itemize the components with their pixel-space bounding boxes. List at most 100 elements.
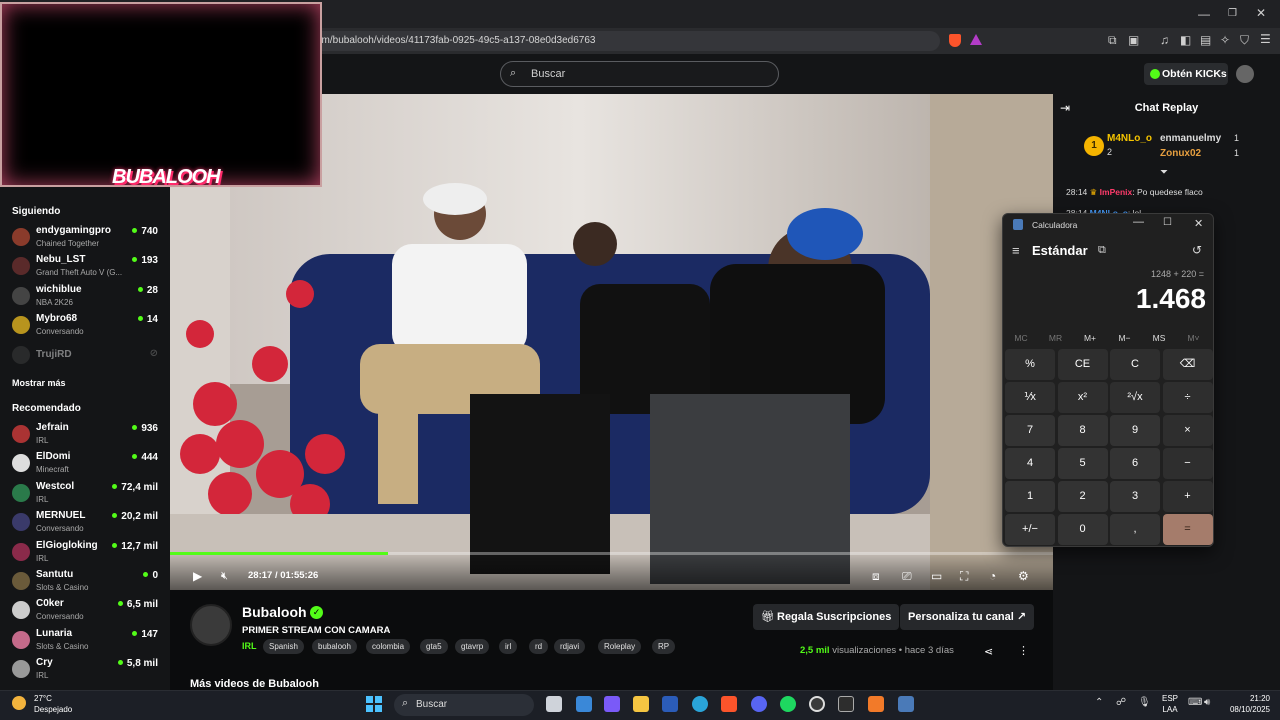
tray-app-icon[interactable]: ☍: [1116, 697, 1126, 708]
edge-icon[interactable]: [692, 696, 708, 712]
sidebar-channel-mybro68[interactable]: Mybro68 Conversando 14: [0, 311, 170, 340]
brave-shields-icon[interactable]: [949, 34, 961, 47]
calc-key[interactable]: 5: [1057, 448, 1108, 479]
fullscreen-icon[interactable]: ⛶: [960, 569, 968, 583]
calc-key[interactable]: =: [1162, 514, 1213, 545]
calc-key[interactable]: 2: [1057, 481, 1108, 512]
search-input[interactable]: Buscar: [500, 61, 779, 87]
microphone-icon[interactable]: 🎙︎: [1138, 697, 1151, 708]
channel-name[interactable]: Bubalooh: [242, 604, 307, 620]
history-icon[interactable]: ↺: [1192, 243, 1202, 257]
sidebar-channel-wichiblue[interactable]: wichiblue NBA 2K26 28: [0, 282, 170, 311]
channel-avatar[interactable]: [190, 604, 232, 646]
top-gifter-1[interactable]: M4NLo_o: [1107, 133, 1152, 144]
taskbar-search[interactable]: Buscar: [394, 694, 534, 716]
sidebar-channel-santutu[interactable]: Santutu Slots & Casino 0: [0, 567, 170, 596]
memory-button[interactable]: M˅: [1177, 333, 1211, 343]
weather-widget[interactable]: 27°C Despejado: [34, 693, 72, 715]
settings-gear-icon[interactable]: ⚙: [1018, 569, 1029, 583]
customize-channel-button[interactable]: Personaliza tu canal ↗: [900, 604, 1035, 630]
chat-username[interactable]: ImPenix: [1100, 187, 1133, 197]
tag-chip[interactable]: rdjavi: [554, 639, 586, 654]
calc-key[interactable]: 4: [1005, 448, 1055, 479]
play-icon[interactable]: ▶: [193, 569, 202, 583]
volume-icon[interactable]: 🔊︎: [1204, 697, 1210, 708]
github-icon[interactable]: [809, 696, 825, 712]
sidebar-channel-trujird[interactable]: TrujiRD ⊘: [0, 341, 170, 370]
network-icon[interactable]: ⌨: [1188, 697, 1202, 708]
vpn-icon[interactable]: ⛉: [1240, 33, 1249, 47]
sidebar-channel-eldomi[interactable]: ElDomi Minecraft 444: [0, 449, 170, 478]
expand-leaderboard-icon[interactable]: ⏷: [1160, 167, 1168, 178]
maximize-window-icon[interactable]: ❐: [1228, 7, 1237, 21]
calc-key[interactable]: 0: [1057, 514, 1108, 545]
tag-chip[interactable]: Spanish: [263, 639, 304, 654]
brave-rewards-icon[interactable]: [970, 34, 982, 45]
calc-key[interactable]: 7: [1005, 415, 1055, 446]
calc-key[interactable]: 6: [1110, 448, 1160, 479]
app-icon[interactable]: [868, 696, 884, 712]
calc-key[interactable]: ⌫: [1162, 349, 1213, 380]
tag-chip[interactable]: gta5: [420, 639, 448, 654]
copilot-icon[interactable]: [604, 696, 620, 712]
sidebar-channel-jefrain[interactable]: Jefrain IRL 936: [0, 420, 170, 449]
more-options-icon[interactable]: ⋮: [1018, 644, 1029, 657]
tag-chip[interactable]: gtavrp: [455, 639, 490, 654]
sidebar-channel-westcol[interactable]: Westcol IRL 72,4 mil: [0, 479, 170, 508]
spotify-icon[interactable]: [780, 696, 796, 712]
mute-icon[interactable]: 🔇︎: [221, 569, 228, 583]
top-gifter-2[interactable]: enmanuelmy: [1160, 133, 1221, 144]
calc-key[interactable]: +: [1162, 481, 1213, 512]
memory-button[interactable]: M−: [1108, 333, 1142, 343]
clip-icon[interactable]: ⎚: [902, 569, 912, 583]
sidebar-channel-elgiogloking[interactable]: ElGiogloking IRL 12,7 mil: [0, 538, 170, 567]
miniplayer-icon[interactable]: ⧈: [872, 569, 880, 583]
sidebar-channel-c0ker[interactable]: C0ker Conversando 6,5 mil: [0, 596, 170, 625]
tag-chip[interactable]: bubalooh: [312, 639, 357, 654]
tag-chip[interactable]: colombia: [366, 639, 411, 654]
outlook-icon[interactable]: [662, 696, 678, 712]
category-link[interactable]: IRL: [242, 641, 257, 651]
calc-key[interactable]: C: [1110, 349, 1160, 380]
brave-icon[interactable]: [721, 696, 737, 712]
sidebar-channel-mernuel[interactable]: MERNUEL Conversando 20,2 mil: [0, 508, 170, 537]
user-avatar[interactable]: [1236, 65, 1254, 83]
calc-key[interactable]: ×: [1162, 415, 1213, 446]
tray-overflow-icon[interactable]: ⌃: [1095, 697, 1103, 708]
top-gifter-3[interactable]: Zonux02: [1160, 148, 1201, 159]
extensions-icon[interactable]: ⧉: [1108, 33, 1117, 47]
calc-key[interactable]: %: [1005, 349, 1055, 380]
media-icon[interactable]: ♫: [1160, 33, 1169, 47]
language-indicator[interactable]: ESP LAA: [1162, 693, 1178, 715]
store-icon[interactable]: [576, 696, 592, 712]
wallet-icon[interactable]: ▤: [1200, 33, 1211, 47]
share-icon[interactable]: ⋖: [984, 645, 993, 658]
sidebar-channel-endygamingpro[interactable]: endygamingpro Chained Together 740: [0, 223, 170, 252]
minimize-window-icon[interactable]: —: [1198, 7, 1210, 21]
sidebar-panel-icon[interactable]: ▣: [1128, 33, 1139, 47]
calculator-taskbar-icon[interactable]: [898, 696, 914, 712]
show-more-link[interactable]: Mostrar más: [12, 378, 66, 388]
terminal-icon[interactable]: [838, 696, 854, 712]
calc-close-icon[interactable]: ✕: [1194, 217, 1203, 230]
discord-icon[interactable]: [751, 696, 767, 712]
calc-key[interactable]: +/−: [1005, 514, 1055, 545]
close-window-icon[interactable]: ✕: [1256, 6, 1266, 20]
calc-key[interactable]: ⅟x: [1005, 382, 1055, 413]
calc-key[interactable]: ÷: [1162, 382, 1213, 413]
tag-chip[interactable]: irl: [499, 639, 518, 654]
calc-key[interactable]: −: [1162, 448, 1213, 479]
calc-minimize-icon[interactable]: —: [1133, 216, 1144, 228]
tag-chip[interactable]: Roleplay: [598, 639, 642, 654]
calc-key[interactable]: 1: [1005, 481, 1055, 512]
calc-key[interactable]: x²: [1057, 382, 1108, 413]
sidebar-channel-nebu-lst[interactable]: Nebu_LST Grand Theft Auto V (G... 193: [0, 252, 170, 281]
memory-button[interactable]: MC: [1004, 333, 1038, 343]
calc-key[interactable]: 9: [1110, 415, 1160, 446]
sidebar-channel-lunaria[interactable]: Lunaria Slots & Casino 147: [0, 626, 170, 655]
memory-button[interactable]: MS: [1142, 333, 1176, 343]
tag-chip[interactable]: RP: [652, 639, 676, 654]
taskbar-clock[interactable]: 21:20 08/10/2025: [1226, 693, 1270, 715]
file-explorer-icon[interactable]: [633, 696, 649, 712]
windows-start-icon[interactable]: [366, 696, 382, 712]
